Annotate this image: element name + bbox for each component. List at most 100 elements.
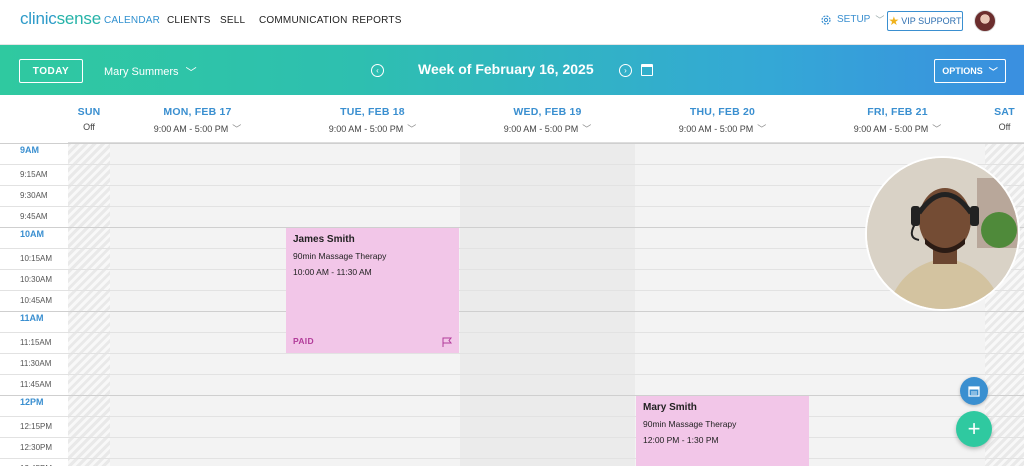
quarter-gridline [0,437,1024,438]
setup-label: SETUP [837,14,871,25]
week-title: Week of February 16, 2025 [418,61,594,77]
quarter-gridline [0,458,1024,459]
time-label: 11AM [20,313,44,323]
appointment-card[interactable]: James Smith 90min Massage Therapy 10:00 … [286,228,459,353]
day-hours: 9:00 AM - 5:00 PM [503,124,579,134]
chevron-down-icon: ﹀ [407,124,417,134]
day-name: WED, FEB 19 [513,106,582,118]
day-header-sun: SUN Off [68,95,110,143]
nav-reports[interactable]: REPORTS [352,15,402,26]
day-column-sun [68,143,110,466]
day-header-tue: TUE, FEB 18 9:00 AM - 5:00 PM ﹀ [285,95,460,143]
day-hours: Off [998,122,1011,132]
day-hours-dropdown[interactable]: 9:00 AM - 5:00 PM ﹀ [285,122,460,135]
day-header-thu: THU, FEB 20 9:00 AM - 5:00 PM ﹀ [635,95,810,143]
time-label: 10AM [20,229,45,239]
appointment-time: 10:00 AM - 11:30 AM [293,267,372,277]
day-hours-dropdown[interactable]: 9:00 AM - 5:00 PM ﹀ [810,122,985,135]
previous-week-icon[interactable]: ‹ [371,64,384,77]
logo-text-part2: sense [56,9,102,28]
day-name: THU, FEB 20 [689,106,756,118]
time-label: 12PM [20,397,44,407]
quarter-gridline [0,374,1024,375]
day-hours-dropdown[interactable]: 9:00 AM - 5:00 PM ﹀ [460,122,635,135]
next-week-icon[interactable]: › [619,64,632,77]
time-label: 10:15AM [20,254,53,263]
time-label: 11:15AM [20,338,52,347]
today-button[interactable]: TODAY [19,59,83,83]
time-label: 11:30AM [20,359,52,368]
time-label: 12:15PM [20,422,53,431]
quarter-gridline [0,185,1024,186]
chevron-down-icon: ﹀ [875,15,885,25]
quarter-gridline [0,290,1024,291]
time-label: 10:45AM [20,296,53,305]
time-label: 9AM [20,145,40,155]
time-label: 9:15AM [20,170,48,179]
quarter-gridline [0,353,1024,354]
vip-support-button[interactable]: ★ VIP SUPPORT [887,11,963,31]
day-hours: 9:00 AM - 5:00 PM [678,124,754,134]
chevron-down-icon: ﹀ [185,67,197,79]
flag-icon[interactable] [442,337,453,347]
day-header-fri: FRI, FEB 21 9:00 AM - 5:00 PM ﹀ [810,95,985,143]
calendar-picker-icon[interactable] [641,64,653,76]
calendar-quick-button[interactable] [960,377,988,405]
chevron-down-icon: ﹀ [232,124,242,134]
clinicsense-logo[interactable]: clinicsense [20,9,101,29]
hour-gridline [0,395,1024,396]
quarter-gridline [0,164,1024,165]
star-icon: ★ [888,14,900,28]
day-column-wed[interactable] [460,143,635,466]
day-hours-dropdown[interactable]: 9:00 AM - 5:00 PM ﹀ [635,122,810,135]
nav-communication[interactable]: COMMUNICATION [259,15,348,26]
payment-status-badge: PAID [293,336,314,346]
day-column-mon[interactable] [110,143,285,466]
gear-icon [821,14,831,25]
options-button[interactable]: OPTIONS ﹀ [934,59,1006,83]
day-hours: 9:00 AM - 5:00 PM [853,124,929,134]
appointment-client: James Smith [293,234,355,245]
chevron-down-icon: ﹀ [932,124,942,134]
appointment-service: 90min Massage Therapy [643,419,737,429]
appointment-service: 90min Massage Therapy [293,251,387,261]
presenter-video-image [867,158,1018,309]
calendar-toolbar: TODAY Mary Summers ﹀ ‹ Week of February … [0,45,1024,95]
logo-text-part1: clinic [20,9,57,28]
day-name: SUN [77,106,101,118]
time-label: 10:30AM [20,275,53,284]
user-avatar[interactable] [974,10,996,32]
time-label: 9:45AM [20,212,48,221]
webcam-overlay [865,156,1020,311]
options-label: OPTIONS [942,66,983,76]
appointment-card[interactable]: Mary Smith 90min Massage Therapy 12:00 P… [636,396,809,466]
nav-calendar[interactable]: CALENDAR [104,15,160,26]
time-label: 9:30AM [20,191,48,200]
nav-sell[interactable]: SELL [220,15,245,26]
day-name: SAT [994,106,1015,118]
chevron-down-icon: ﹀ [988,66,998,77]
day-hours: 9:00 AM - 5:00 PM [328,124,404,134]
nav-clients[interactable]: CLIENTS [167,15,211,26]
day-name: MON, FEB 17 [163,106,232,118]
vip-support-label: VIP SUPPORT [901,16,962,26]
day-header-wed: WED, FEB 19 9:00 AM - 5:00 PM ﹀ [460,95,635,143]
quarter-gridline [0,269,1024,270]
add-appointment-button[interactable]: + [956,411,992,447]
quarter-gridline [0,416,1024,417]
day-name: TUE, FEB 18 [340,106,405,118]
setup-menu[interactable]: SETUP ﹀ [820,13,884,26]
hour-gridline [0,143,1024,144]
staff-name: Mary Summers [104,66,179,78]
chevron-down-icon: ﹀ [582,124,592,134]
day-hours-dropdown[interactable]: 9:00 AM - 5:00 PM ﹀ [110,122,285,135]
day-header-sat: SAT Off [985,95,1024,143]
chevron-down-icon: ﹀ [757,124,767,134]
time-label: 12:30PM [20,443,53,452]
time-column: 9AM 9:15AM 9:30AM 9:45AM 10AM 10:15AM 10:30AM 1… [0,143,68,466]
appointment-time: 12:00 PM - 1:30 PM [643,435,719,445]
day-header-mon: MON, FEB 17 9:00 AM - 5:00 PM ﹀ [110,95,285,143]
day-hours: 9:00 AM - 5:00 PM [153,124,229,134]
top-nav: clinicsense CALENDAR CLIENTS SELL COMMUN… [0,0,1024,45]
staff-selector[interactable]: Mary Summers ﹀ [104,64,197,80]
